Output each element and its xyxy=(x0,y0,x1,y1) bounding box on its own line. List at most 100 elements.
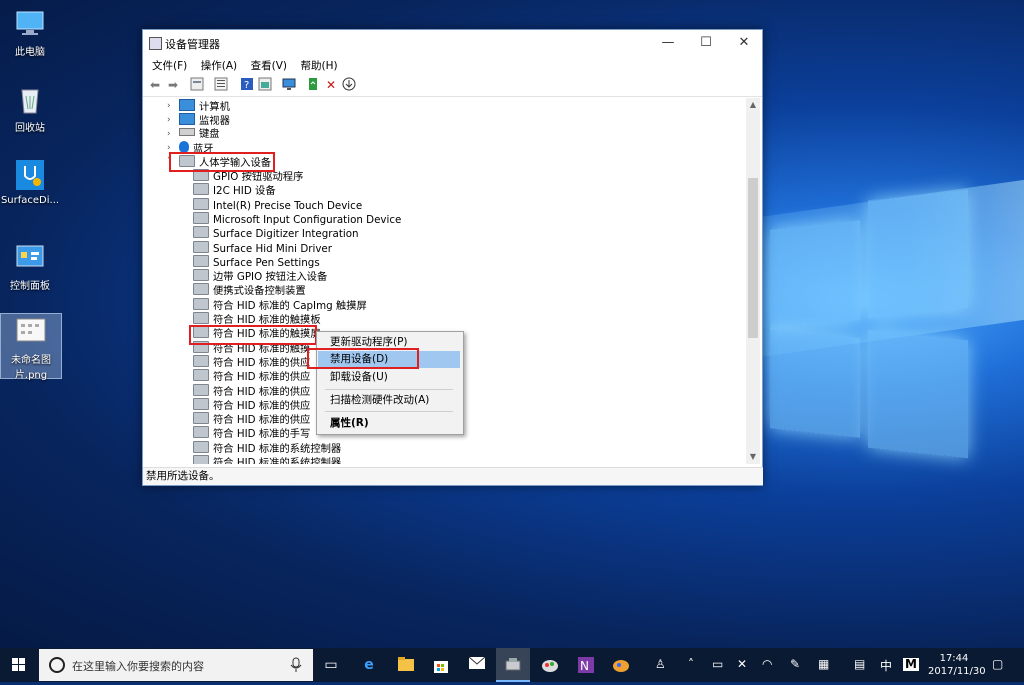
tree-child-device[interactable]: 符合 HID 标准的供应 xyxy=(193,354,310,369)
tablet-mode-icon[interactable]: ▤ xyxy=(854,657,865,671)
context-scan-hardware[interactable]: 扫描检测硬件改动(A) xyxy=(318,392,460,409)
tree-child-device[interactable]: 符合 HID 标准的手写 xyxy=(193,426,310,440)
back-arrow-icon[interactable]: ⬅ xyxy=(147,77,163,93)
paint-icon[interactable] xyxy=(541,656,559,674)
hid-device-icon xyxy=(193,183,209,196)
menu-help[interactable]: 帮助(H) xyxy=(296,56,343,75)
people-icon[interactable]: ♙ xyxy=(655,657,666,671)
desktop-icon-surface-diagnostic[interactable]: SurfaceDi... xyxy=(0,158,60,206)
scroll-up-arrow-icon[interactable]: ▲ xyxy=(746,100,760,109)
desktop-icon-unnamed-image[interactable]: 未命名图片.png xyxy=(0,313,62,381)
action-center-icon[interactable]: ▢ xyxy=(992,657,1003,671)
update-driver-icon[interactable] xyxy=(305,77,321,93)
maximize-button[interactable]: ☐ xyxy=(691,34,721,52)
hid-device-icon xyxy=(193,297,209,310)
tree-child-device[interactable]: 便携式设备控制装置 xyxy=(193,283,306,297)
disable-device-icon[interactable] xyxy=(341,77,357,93)
tree-child-device[interactable]: 符合 HID 标准的系统控制器 xyxy=(193,440,341,455)
taskbar-device-manager-active[interactable] xyxy=(496,648,530,682)
context-uninstall-device[interactable]: 卸载设备(U) xyxy=(318,369,460,386)
vertical-scrollbar[interactable]: ▲ ▼ xyxy=(746,98,760,464)
view-panel-icon[interactable] xyxy=(257,77,273,93)
tree-item-label: Surface Digitizer Integration xyxy=(213,228,359,241)
hid-device-icon xyxy=(193,283,209,296)
taskbar-search-box[interactable]: 在这里输入你要搜索的内容 xyxy=(39,649,313,681)
tree-child-device[interactable]: Surface Pen Settings xyxy=(193,254,320,269)
tree-item-label: 计算机 xyxy=(199,101,230,113)
device-manager-app-icon xyxy=(149,37,162,50)
battery-icon[interactable]: ▭ xyxy=(712,657,723,671)
forward-arrow-icon[interactable]: ➡ xyxy=(165,77,181,93)
start-button[interactable] xyxy=(0,648,38,682)
hid-device-icon xyxy=(193,226,209,239)
desktop-icon-recycle-bin[interactable]: 回收站 xyxy=(0,82,60,134)
tree-child-device[interactable]: 符合 HID 标准的供应 xyxy=(193,412,310,426)
tree-child-device[interactable]: 符合 HID 标准的系统控制器 xyxy=(193,455,341,464)
pen-workspace-icon[interactable]: ✎ xyxy=(790,657,800,671)
tree-child-device[interactable]: 符合 HID 标准的供应 xyxy=(193,369,310,383)
chevron-right-icon[interactable]: › xyxy=(167,99,171,113)
paint3d-icon[interactable] xyxy=(612,656,630,674)
tree-child-device[interactable]: Surface Hid Mini Driver xyxy=(193,240,332,255)
onenote-icon[interactable]: N xyxy=(577,656,595,674)
windows-start-icon xyxy=(12,658,25,671)
uninstall-x-icon[interactable]: ✕ xyxy=(323,77,339,93)
context-properties[interactable]: 属性(R) xyxy=(318,415,460,432)
close-button[interactable]: ✕ xyxy=(729,34,759,52)
tree-child-device[interactable]: 符合 HID 标准的 CapImg 触摸屏 xyxy=(193,297,367,312)
hid-device-icon xyxy=(193,426,209,439)
scrollbar-thumb[interactable] xyxy=(748,178,758,338)
hid-device-icon xyxy=(193,412,209,425)
menu-view[interactable]: 查看(V) xyxy=(246,56,292,75)
windows-logo-wallpaper xyxy=(770,185,970,485)
tree-child-device[interactable]: 符合 HID 标准的触摸板 xyxy=(193,312,321,326)
device-list-icon[interactable] xyxy=(213,77,229,93)
menu-file[interactable]: 文件(F) xyxy=(147,56,192,75)
edge-browser-icon[interactable]: e xyxy=(360,656,378,674)
chevron-right-icon[interactable]: › xyxy=(167,127,171,141)
help-icon[interactable]: ? xyxy=(239,77,255,93)
hid-device-icon xyxy=(193,455,209,464)
touch-keyboard-icon[interactable]: ▦ xyxy=(818,657,829,671)
properties-view-icon[interactable] xyxy=(189,77,205,93)
tree-item-label: 边带 GPIO 按钮注入设备 xyxy=(213,271,328,284)
desktop-icon-this-pc[interactable]: 此电脑 xyxy=(0,6,60,58)
volume-muted-icon[interactable]: ✕ xyxy=(737,657,747,671)
tree-child-device[interactable]: Microsoft Input Configuration Device xyxy=(193,211,401,226)
minimize-button[interactable]: — xyxy=(653,34,683,52)
taskbar-clock[interactable]: 17:44 2017/11/30 xyxy=(928,652,986,678)
hid-device-icon xyxy=(193,397,209,410)
store-icon[interactable] xyxy=(432,656,450,674)
tree-item-computer[interactable]: › 计算机 xyxy=(167,99,230,113)
desktop-icon-label: 控制面板 xyxy=(10,281,50,292)
menu-action[interactable]: 操作(A) xyxy=(196,56,242,75)
hid-device-icon xyxy=(193,312,209,324)
toolbar: ⬅ ➡ ? ✕ xyxy=(143,74,762,97)
task-view-icon[interactable]: ▭ xyxy=(322,656,340,674)
desktop-icon-label: 未命名图片.png xyxy=(11,355,51,381)
wifi-icon[interactable]: ◠ xyxy=(762,657,772,671)
file-explorer-icon[interactable] xyxy=(397,656,415,674)
title-bar[interactable]: 设备管理器 — ☐ ✕ xyxy=(143,30,762,56)
desktop-icon-control-panel[interactable]: 控制面板 xyxy=(0,240,60,292)
keyboard-icon xyxy=(179,128,195,136)
scroll-down-arrow-icon[interactable]: ▼ xyxy=(746,452,760,461)
tree-child-device[interactable]: 边带 GPIO 按钮注入设备 xyxy=(193,269,327,283)
tree-child-device[interactable]: Intel(R) Precise Touch Device xyxy=(193,197,362,212)
monitor-scan-icon[interactable] xyxy=(281,77,297,93)
tree-child-device[interactable]: 符合 HID 标准的供应 xyxy=(193,383,310,398)
highlight-box-disable-device xyxy=(307,348,419,369)
chevron-right-icon[interactable]: › xyxy=(167,113,171,127)
tree-item-monitors[interactable]: › 监视器 xyxy=(167,113,230,127)
context-menu: 更新驱动程序(P) 禁用设备(D) 卸载设备(U) 扫描检测硬件改动(A) 属性… xyxy=(316,331,464,435)
tree-child-device[interactable]: I2C HID 设备 xyxy=(193,183,276,197)
tree-child-device[interactable]: 符合 HID 标准的供应 xyxy=(193,397,310,412)
tree-item-label: 符合 HID 标准的供应 xyxy=(213,414,311,427)
mail-icon[interactable] xyxy=(468,656,486,674)
ime-mode-indicator[interactable]: M xyxy=(903,658,919,671)
tray-chevron-up-icon[interactable]: ˄ xyxy=(688,657,694,671)
tree-item-label: 符合 HID 标准的供应 xyxy=(213,371,311,384)
tree-item-keyboards[interactable]: › 键盘 xyxy=(167,127,220,141)
ime-language-indicator[interactable]: 中 xyxy=(880,657,892,674)
tree-child-device[interactable]: Surface Digitizer Integration xyxy=(193,226,359,240)
